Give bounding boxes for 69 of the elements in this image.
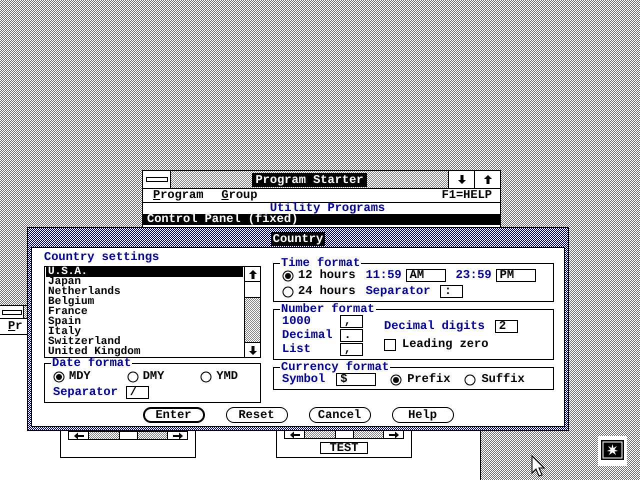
up-arrow-icon xyxy=(248,268,258,280)
dialog-title: Country xyxy=(270,232,326,246)
list-item[interactable]: Spain xyxy=(46,317,243,327)
option-label: 24 hours xyxy=(298,285,356,298)
system-menu-icon xyxy=(146,177,168,182)
menu-item[interactable]: Group xyxy=(221,189,258,202)
dialog-button[interactable]: Reset xyxy=(226,407,288,423)
list-item[interactable]: France xyxy=(46,307,243,317)
input-field[interactable]: : xyxy=(440,285,464,298)
menu-item[interactable]: Pr xyxy=(8,320,22,333)
horizontal-scrollbar[interactable] xyxy=(68,431,188,440)
test-button[interactable]: TEST xyxy=(320,442,368,454)
section-heading: Country settings xyxy=(44,250,160,264)
field-label: Separator xyxy=(366,285,430,298)
dialog-button[interactable]: Help xyxy=(392,407,454,423)
group-title: Number format xyxy=(280,304,376,315)
list-item[interactable]: Netherlands xyxy=(46,287,243,297)
option-label: YMD xyxy=(216,370,238,383)
group-title: Utility Programs xyxy=(270,203,386,214)
option-label: DMY xyxy=(142,370,164,383)
down-arrow-icon xyxy=(456,174,466,185)
input-field[interactable]: , xyxy=(340,315,363,328)
radio-button[interactable] xyxy=(282,270,294,282)
dialog-button[interactable]: Enter xyxy=(142,407,204,423)
radio-button[interactable] xyxy=(53,370,65,382)
field-label: Decimal digits xyxy=(384,320,485,333)
group-title: Time format xyxy=(280,258,362,269)
group-title: Date format xyxy=(51,358,132,369)
list-item[interactable]: U.S.A. xyxy=(46,267,243,277)
minimized-window-icon[interactable] xyxy=(598,436,627,466)
checkbox[interactable] xyxy=(384,338,396,350)
field-label: Symbol xyxy=(282,373,326,386)
input-field[interactable]: AM xyxy=(406,269,446,282)
option-label: Suffix xyxy=(481,373,525,386)
input-field[interactable]: , xyxy=(340,343,363,356)
radio-button[interactable] xyxy=(126,370,139,382)
window-title: Program Starter xyxy=(252,172,367,186)
list-item[interactable]: Japan xyxy=(46,277,243,287)
field-label: List xyxy=(282,343,312,356)
field-label: Decimal xyxy=(282,329,334,342)
radio-button[interactable] xyxy=(390,374,402,386)
pointer-icon xyxy=(531,455,546,479)
list-item[interactable]: United Kingdom xyxy=(46,347,243,357)
list-item[interactable]: Italy xyxy=(46,327,243,337)
input-field[interactable]: $ xyxy=(336,373,376,386)
input-field[interactable]: PM xyxy=(496,269,536,282)
help-hint: F1=HELP xyxy=(442,189,492,202)
option-label: MDY xyxy=(69,370,91,383)
field-label: 11:59 xyxy=(366,269,402,282)
radio-button[interactable] xyxy=(200,370,212,382)
field-label: Separator xyxy=(53,386,118,399)
input-field[interactable]: . xyxy=(340,329,363,342)
field-label: 1000 xyxy=(282,315,312,328)
input-field[interactable]: 2 xyxy=(494,320,518,333)
menu-item[interactable]: Program xyxy=(153,189,204,202)
list-item[interactable]: Switzerland xyxy=(46,337,243,347)
program-list-entry[interactable]: Control Panel (fixed) xyxy=(143,214,500,225)
option-label: Prefix xyxy=(407,373,450,386)
vertical-scrollbar[interactable] xyxy=(244,267,260,357)
dialog-button[interactable]: Cancel xyxy=(308,407,370,423)
list-item[interactable]: Belgium xyxy=(46,297,243,307)
group-title: Currency format xyxy=(280,362,390,373)
up-arrow-icon xyxy=(482,174,492,185)
field-label: 23:59 xyxy=(456,269,492,282)
checkbox-label: Leading zero xyxy=(402,338,488,351)
down-arrow-icon xyxy=(248,344,258,356)
option-label: 12 hours xyxy=(298,269,356,282)
radio-button[interactable] xyxy=(464,374,476,386)
radio-button[interactable] xyxy=(282,286,294,298)
